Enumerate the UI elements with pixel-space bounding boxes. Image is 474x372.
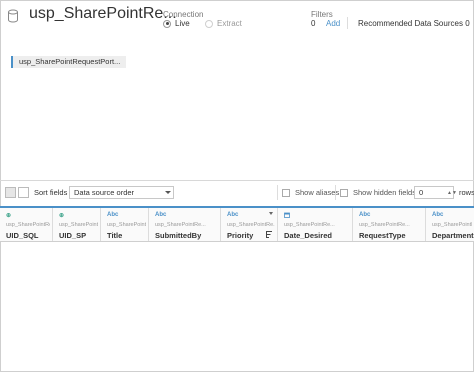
show-hidden-label: Show hidden fields: [353, 188, 416, 197]
grid-header-bottom-border: [0, 241, 474, 242]
column-name: UID_SP: [59, 231, 87, 240]
show-aliases-label: Show aliases: [295, 188, 340, 197]
column-header-requesttype[interactable]: Abc usp_SharePointRe... RequestType: [353, 208, 426, 241]
column-header-title[interactable]: Abc usp_SharePointRe... Title: [101, 208, 149, 241]
datasource-title[interactable]: usp_SharePointRe...: [29, 5, 177, 23]
column-header-submittedby[interactable]: Abc usp_SharePointRe... SubmittedBy: [149, 208, 221, 241]
column-source: usp_SharePointRe...: [227, 222, 275, 228]
column-header-date-desired[interactable]: usp_SharePointRe... Date_Desired: [278, 208, 353, 241]
show-aliases-checkbox[interactable]: [282, 188, 290, 197]
show-hidden-checkbox[interactable]: [340, 188, 348, 197]
string-icon[interactable]: Abc: [227, 212, 238, 218]
connection-label: Connection: [163, 10, 204, 19]
chevron-down-icon: [165, 191, 171, 194]
column-header-department[interactable]: Abc usp_SharePointRe... Department: [426, 208, 474, 241]
toolbar-separator: [0, 180, 474, 181]
header-divider: [347, 17, 348, 29]
string-icon[interactable]: Abc: [359, 212, 370, 218]
rows-label: rows: [459, 188, 474, 197]
extract-radio-button[interactable]: [205, 19, 213, 28]
column-header-uid-sp[interactable]: ⊕ usp_SharePointRe... UID_SP: [53, 208, 101, 241]
grid-view-icon[interactable]: [5, 187, 16, 198]
column-header-uid-sql[interactable]: ⊕ usp_SharePointRe... UID_SQL: [0, 208, 53, 241]
column-name: Date_Desired: [284, 231, 332, 240]
table-pill[interactable]: usp_SharePointRequestPort...: [11, 56, 126, 68]
string-icon[interactable]: Abc: [432, 212, 443, 218]
column-name: SubmittedBy: [155, 231, 202, 240]
column-name: Department: [432, 231, 474, 240]
column-source: usp_SharePointRe...: [359, 222, 410, 228]
sort-icon[interactable]: [266, 231, 272, 238]
filters-label: Filters: [311, 10, 333, 19]
column-menu-icon[interactable]: [269, 212, 273, 215]
recommended-count: 0: [465, 19, 470, 28]
show-aliases-option[interactable]: Show aliases: [282, 188, 339, 197]
column-source: usp_SharePointRe...: [107, 222, 146, 228]
live-radio-option[interactable]: Live: [163, 19, 190, 28]
column-source: usp_SharePointRe...: [284, 222, 335, 228]
column-header-priority[interactable]: Abc usp_SharePointRe... Priority: [221, 208, 278, 241]
recommended-label: Recommended Data Sources: [358, 19, 463, 28]
extract-label: Extract: [217, 19, 242, 28]
datasource-cylinder-icon: [8, 9, 18, 23]
list-view-icon[interactable]: [18, 187, 29, 198]
calendar-icon[interactable]: [284, 212, 290, 218]
column-name: RequestType: [359, 231, 406, 240]
column-name: Priority: [227, 231, 254, 240]
filters-add-link[interactable]: Add: [326, 19, 340, 28]
column-source: usp_SharePointRe...: [6, 222, 50, 228]
show-hidden-option[interactable]: Show hidden fields: [340, 188, 416, 197]
sort-fields-label: Sort fields: [34, 188, 68, 197]
string-icon[interactable]: Abc: [107, 212, 118, 218]
column-name: Title: [107, 231, 123, 240]
column-source: usp_SharePointRe...: [155, 222, 206, 228]
sort-fields-select[interactable]: Data source order: [69, 186, 174, 199]
column-source: usp_SharePointRe...: [432, 222, 472, 228]
globe-icon[interactable]: ⊕: [59, 212, 64, 219]
toolbar-divider: [335, 185, 336, 200]
recommended-data-sources[interactable]: Recommended Data Sources 0: [358, 19, 470, 28]
rows-stepper-icon[interactable]: ▲▼: [447, 190, 457, 196]
column-name: UID_SQL: [6, 231, 39, 240]
column-source: usp_SharePointRe...: [59, 222, 98, 228]
string-icon[interactable]: Abc: [155, 212, 166, 218]
toolbar-divider: [277, 185, 278, 200]
globe-icon[interactable]: ⊕: [6, 212, 11, 219]
live-radio-button[interactable]: [163, 19, 171, 28]
live-label: Live: [175, 19, 190, 28]
filters-count: 0: [311, 19, 316, 28]
extract-radio-option[interactable]: Extract: [205, 19, 242, 28]
